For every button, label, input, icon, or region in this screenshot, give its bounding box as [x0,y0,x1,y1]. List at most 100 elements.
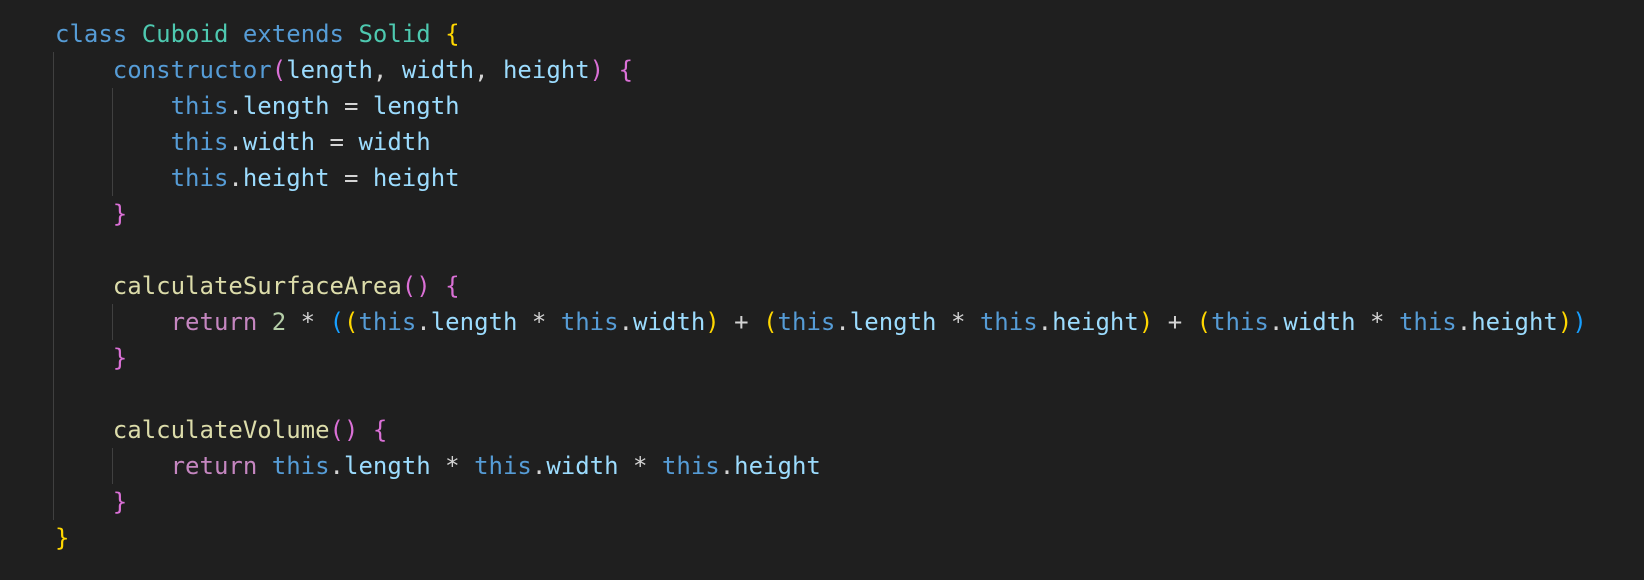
code-token: , [474,56,503,84]
code-token: length [286,56,373,84]
code-token: () [401,272,431,300]
code-line[interactable]: calculateSurfaceArea() { [55,268,1587,304]
code-token: { [445,20,460,48]
code-token: . [1268,308,1284,336]
code-token: this [979,308,1038,336]
code-token: length [242,92,330,120]
code-token: height [734,452,821,480]
code-token: . [228,128,243,156]
code-token: { [445,272,460,300]
code-editor[interactable]: class Cuboid extends Solid { constructor… [0,0,1644,580]
code-token: calculateVolume [112,416,330,444]
code-token: ) [589,56,605,84]
code-line[interactable]: } [55,520,1587,556]
code-token: ( [344,308,359,336]
code-token: * [517,308,561,336]
code-token: this [560,308,619,336]
code-token: ) [1572,308,1587,336]
code-token: ( [329,308,345,336]
code-token: . [835,308,850,336]
code-token: } [112,488,128,516]
code-token: ( [763,308,778,336]
code-line[interactable]: this.length = length [55,88,1587,124]
code-token: height [1052,308,1139,336]
code-token: = [315,128,359,156]
code-line[interactable]: return this.length * this.width * this.h… [55,448,1587,484]
code-line[interactable]: } [55,484,1587,520]
code-token: . [531,452,547,480]
code-token: this [170,128,229,156]
code-token: ( [271,56,287,84]
code-token: this [474,452,532,480]
code-token: this [271,452,330,480]
code-token: { [372,416,388,444]
code-token: height [242,164,330,192]
code-token: class [55,20,128,48]
code-token: height [372,164,460,192]
code-line[interactable]: calculateVolume() { [55,412,1587,448]
code-token: ) [1557,308,1573,336]
code-line[interactable]: class Cuboid extends Solid { [55,16,1587,52]
code-token: ( [1196,308,1212,336]
code-token: constructor [112,56,272,84]
code-line[interactable]: return 2 * ((this.length * this.width) +… [55,304,1587,340]
code-token: width [633,308,706,336]
code-line[interactable]: this.width = width [55,124,1587,160]
code-text[interactable]: class Cuboid extends Solid { constructor… [55,16,1587,556]
code-token: * [430,452,475,480]
code-token: { [618,56,634,84]
code-line[interactable]: } [55,196,1587,232]
code-token: this [170,92,229,120]
code-token: this [661,452,720,480]
code-token: Cuboid [141,20,229,48]
code-line[interactable]: this.height = height [55,160,1587,196]
code-token: * [1355,308,1399,336]
code-token: width [1283,308,1356,336]
code-token: () [329,416,359,444]
code-token: * [936,308,980,336]
code-token: width [358,128,431,156]
code-token: , [372,56,402,84]
code-token: . [329,452,344,480]
code-line[interactable]: constructor(length, width, height) { [55,52,1587,88]
code-line[interactable]: } [55,340,1587,376]
code-token: . [1456,308,1472,336]
code-token: . [1037,308,1053,336]
code-token: calculateSurfaceArea [112,272,402,300]
code-token: * [618,452,662,480]
code-token: this [358,308,417,336]
code-token: width [546,452,619,480]
code-token: length [849,308,937,336]
code-token: length [344,452,431,480]
code-token: + [1153,308,1197,336]
code-token: this [1398,308,1457,336]
code-token: height [502,56,590,84]
indent-guide-class-body [53,52,54,520]
code-token: = [329,164,373,192]
code-token: ) [705,308,720,336]
code-token: Solid [358,20,431,48]
code-line[interactable] [55,232,1587,268]
code-token: } [112,200,128,228]
code-line[interactable] [55,376,1587,412]
code-token: height [1471,308,1558,336]
code-token: . [416,308,431,336]
code-token: length [372,92,460,120]
code-token: width [401,56,475,84]
